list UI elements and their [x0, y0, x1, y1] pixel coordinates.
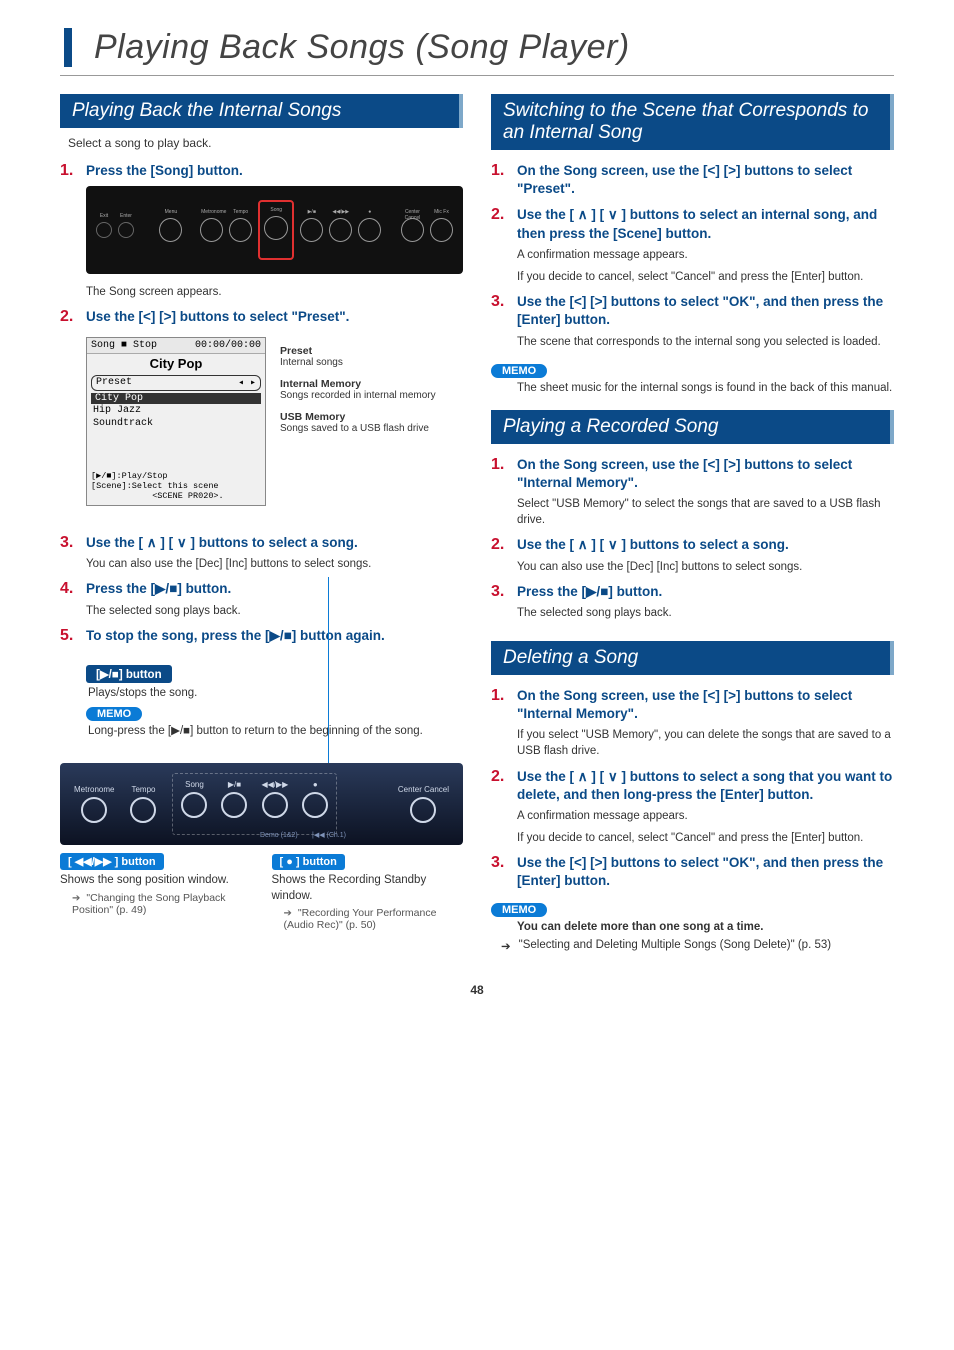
- panel-rec-btn: ●: [358, 218, 381, 242]
- step-num: 2.: [60, 308, 78, 326]
- lcd-screenshot: Song ■ Stop 00:00/00:00 City Pop Preset◂…: [86, 337, 266, 507]
- panel-micfx-btn: Mic Fx: [430, 218, 453, 242]
- step-num: 1.: [60, 162, 78, 180]
- step-3: 3. Use the [ ∧ ] [ ∨ ] buttons to select…: [60, 534, 463, 552]
- step-1: 1. Press the [Song] button.: [60, 162, 463, 180]
- panel-exit-btn: Exit: [96, 222, 112, 238]
- step-5: 5. To stop the song, press the [▶/■] but…: [60, 627, 463, 645]
- page-number: 48: [0, 983, 954, 997]
- page-title: Playing Back Songs (Song Player): [94, 28, 954, 67]
- step-text: Press the [Song] button.: [86, 162, 243, 180]
- cross-ref: "Changing the Song Playback Position" (p…: [72, 892, 252, 916]
- panel-metronome-btn: Metronome: [200, 218, 223, 242]
- cross-ref: "Recording Your Performance (Audio Rec)"…: [284, 907, 464, 931]
- step-1-sub: The Song screen appears.: [86, 284, 463, 300]
- callout-body: Plays/stops the song.: [86, 683, 463, 699]
- panel-enter-btn: Enter: [118, 222, 134, 238]
- section-playing-recorded: Playing a Recorded Song: [491, 410, 894, 444]
- panel-rewff-btn: ◀◀/▶▶: [329, 218, 352, 242]
- panel-song-btn: Song: [264, 216, 288, 240]
- rec-explain: [ ● ] button Shows the Recording Standby…: [272, 853, 464, 931]
- lcd-legend: PresetInternal songs Internal MemorySong…: [280, 345, 436, 444]
- song-button-highlight: Song: [258, 200, 294, 260]
- step-3-sub: You can also use the [Dec] [Inc] buttons…: [86, 556, 463, 572]
- device-panel-image: Exit Enter Menu Metronome Tempo Song ▶/■…: [86, 186, 463, 274]
- button-strip-image: Metronome Tempo Song ▶/■ ◀◀/▶▶ ● Center …: [60, 763, 463, 845]
- lcd-song-title: City Pop: [87, 354, 265, 373]
- panel-centercancel-btn: Center Cancel: [401, 218, 424, 242]
- section-switching-scene: Switching to the Scene that Corresponds …: [491, 94, 894, 150]
- step-4-sub: The selected song plays back.: [86, 603, 463, 619]
- memo-badge: MEMO: [491, 364, 547, 378]
- lcd-time: 00:00/00:00: [195, 340, 261, 351]
- panel-tempo-btn: Tempo: [229, 218, 252, 242]
- lcd-footer: [▶/■]:Play/Stop [Scene]:Select this scen…: [87, 468, 265, 506]
- memo-badge: MEMO: [491, 903, 547, 917]
- lcd-row: Hip Jazz: [87, 404, 265, 417]
- lcd-row-selected: City Pop: [91, 393, 261, 404]
- step-4: 4. Press the [▶/■] button.: [60, 580, 463, 598]
- memo-bold: You can delete more than one song at a t…: [517, 919, 894, 935]
- playstop-callout: [▶/■] button Plays/stops the song. MEMO …: [86, 665, 463, 739]
- panel-playstop-btn: ▶/■: [300, 218, 323, 242]
- callout-leader-line: [328, 577, 329, 763]
- arrow-icon: ➔: [501, 939, 511, 953]
- step-text: Use the [<] [>] buttons to select "Prese…: [86, 308, 349, 326]
- section-playing-internal: Playing Back the Internal Songs: [60, 94, 463, 128]
- cross-ref: ➔ "Selecting and Deleting Multiple Songs…: [501, 939, 894, 953]
- rewff-explain: [ ◀◀/▶▶ ] button Shows the song position…: [60, 853, 252, 931]
- intro-text: Select a song to play back.: [68, 136, 463, 150]
- section-deleting-song: Deleting a Song: [491, 641, 894, 675]
- lcd-preset-selector: Preset◂ ▸: [91, 375, 261, 391]
- memo-text: The sheet music for the internal songs i…: [517, 380, 894, 396]
- callout-title: [▶/■] button: [86, 665, 172, 683]
- lcd-status: Song ■ Stop: [91, 340, 157, 351]
- memo-badge: MEMO: [86, 707, 142, 721]
- panel-menu-btn: Menu: [159, 218, 182, 242]
- memo-text: Long-press the [▶/■] button to return to…: [88, 723, 463, 739]
- step-2: 2. Use the [<] [>] buttons to select "Pr…: [60, 308, 463, 326]
- lcd-row: Soundtrack: [87, 417, 265, 430]
